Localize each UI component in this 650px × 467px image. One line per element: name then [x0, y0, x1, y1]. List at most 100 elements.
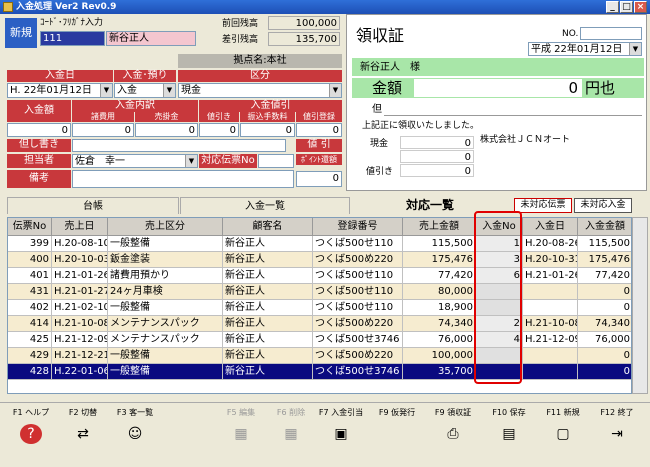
column-header[interactable]: 売上金額 [403, 218, 476, 236]
table-row[interactable]: 400 H.20-10-03 鈑金塗装 新谷正人 つくば500め220 175,476 3 H… [8, 252, 631, 268]
table-row[interactable]: 428 H.22-01-06 一般整備 新谷正人 つくば500せ3746 35,700 0 [8, 364, 631, 380]
prev-balance-value: 100,000 [268, 16, 340, 30]
company-name: 株式会社ＪＣＮオート [480, 135, 571, 145]
category-select[interactable]: 現金 ▼ [178, 83, 342, 98]
column-header[interactable]: 顧客名 [223, 218, 313, 236]
fkey-label: F1 ヘルプ [12, 408, 50, 417]
table-cell: H.22-01-06 [52, 364, 108, 380]
minimize-button[interactable]: _ [606, 1, 619, 13]
table-cell: 0 [578, 284, 631, 300]
fee-input[interactable]: 0 [240, 123, 295, 137]
highlight-box [474, 211, 522, 384]
table-cell: 一般整備 [108, 236, 223, 252]
column-header[interactable]: 売上日 [52, 218, 108, 236]
table-row[interactable]: 425 H.21-12-09 メンテナンスパック 新谷正人 つくば500せ3746 76,… [8, 332, 631, 348]
column-header[interactable]: 登録番号 [313, 218, 403, 236]
search-label: ｺｰﾄﾞ･ﾌﾘｶﾞﾅ入力 [40, 18, 104, 28]
fkey-button[interactable]: F9 領収証 ⎙ [428, 408, 478, 460]
fkey-button[interactable]: F6 削除 ▦ [266, 408, 316, 460]
table-row[interactable]: 431 H.21-01-27 24ヶ月車検 新谷正人 つくば500せ110 80,000 0 [8, 284, 631, 300]
addressee-text: 新谷正人 様 [360, 62, 420, 73]
staff-select[interactable]: 佐倉 幸一 ▼ [72, 154, 198, 168]
fkey-button[interactable]: F5 編集 ▦ [216, 408, 266, 460]
staff-value: 佐倉 幸一 [75, 156, 125, 167]
customer-code-input[interactable]: 111 [40, 31, 105, 46]
table-row[interactable]: 402 H.21-02-10 一般整備 新谷正人 つくば500せ110 18,900 0 [8, 300, 631, 316]
remarks-input[interactable] [72, 170, 294, 188]
receipt-date-select[interactable]: 平成 22年01月12日 ▼ [528, 42, 642, 56]
fkey-icon: ▤ [502, 426, 516, 442]
disc1-input[interactable]: 0 [199, 123, 239, 137]
point-label: ﾎﾟｲﾝﾄ還額 [296, 154, 342, 165]
fkey-label: F2 切替 [68, 408, 98, 417]
fkey-button[interactable]: F11 新規 ▢ [538, 408, 588, 460]
table-cell: 新谷正人 [223, 364, 313, 380]
slip-input[interactable] [258, 154, 294, 168]
date-select[interactable]: H. 22年01月12日 ▼ [7, 83, 113, 98]
fkey-button[interactable]: F10 保存 ▤ [484, 408, 534, 460]
table-row[interactable]: 401 H.21-01-26 諸費用預かり 新谷正人 つくば500せ110 77,420 6… [8, 268, 631, 284]
table-row[interactable]: 399 H.20-08-10 一般整備 新谷正人 つくば500せ110 115,500 1 H… [8, 236, 631, 252]
table-cell: 400 [8, 252, 52, 268]
sales-input[interactable]: 0 [135, 123, 198, 137]
receipt-no-input[interactable] [580, 27, 642, 40]
fkey-button[interactable]: F9 仮発行 [372, 408, 422, 460]
discount-button[interactable]: 値 引 [296, 139, 342, 152]
maximize-button[interactable]: □ [620, 1, 633, 13]
column-header[interactable]: 伝票No [8, 218, 52, 236]
table-cell: H.21-01-26 [52, 268, 108, 284]
slip-label: 対応伝票No [199, 154, 257, 168]
fkey-icon: ? [20, 424, 42, 444]
fkey-button[interactable]: F2 切替 ⇄ [58, 408, 108, 460]
point-input[interactable]: 0 [296, 171, 342, 187]
fkey-button[interactable]: F12 終了 ⇥ [592, 408, 642, 460]
category-value: 現金 [181, 85, 201, 96]
matched-table[interactable]: 伝票No 売上日 売上区分 顧客名 登録番号 売上金額 入金No 入金日 入金金額 399 H.2… [7, 217, 632, 394]
chevron-down-icon[interactable]: ▼ [185, 155, 197, 167]
column-header[interactable]: 売上区分 [108, 218, 223, 236]
column-header[interactable]: 入金日 [523, 218, 578, 236]
unmatched-payment-button[interactable]: 未対応入金 [574, 198, 632, 213]
table-cell: 74,340 [578, 316, 631, 332]
fkey-icon: ▦ [234, 426, 248, 442]
chevron-down-icon[interactable]: ▼ [163, 84, 175, 97]
amount-input[interactable]: 0 [7, 123, 71, 137]
remarks-label: 備考 [7, 170, 71, 188]
table-cell: 新谷正人 [223, 236, 313, 252]
fkey-button[interactable]: F1 ヘルプ? [6, 408, 56, 460]
table-cell: 鈑金塗装 [108, 252, 223, 268]
tadashi-line [384, 102, 642, 116]
table-cell: H.21-01-27 [52, 284, 108, 300]
fee-label: 振込手数料 [240, 111, 295, 122]
disc-reg-input[interactable]: 0 [296, 123, 342, 137]
chevron-down-icon[interactable]: ▼ [629, 43, 641, 55]
table-cell: 399 [8, 236, 52, 252]
table-cell [523, 348, 578, 364]
table-cell: H.20-10-31 [523, 252, 578, 268]
table-cell: H.20-10-03 [52, 252, 108, 268]
tab-ledger[interactable]: 台帳 [7, 197, 179, 214]
note-input[interactable] [72, 139, 286, 152]
fkey-button[interactable]: F7 入金引当 ▣ [316, 408, 366, 460]
table-cell: 402 [8, 300, 52, 316]
table-cell: 428 [8, 364, 52, 380]
fkey-button[interactable]: F3 客一覧 ☺ [110, 408, 160, 460]
table-row[interactable]: 414 H.21-10-08 メンテナンスパック 新谷正人 つくば500め220 74,3… [8, 316, 631, 332]
close-button[interactable]: × [634, 1, 647, 13]
tab-payment-list[interactable]: 入金一覧 [180, 197, 350, 214]
column-header[interactable]: 入金金額 [578, 218, 631, 236]
table-cell: 175,476 [403, 252, 476, 268]
fkey-icon: ⎙ [447, 426, 459, 442]
table-cell: 175,476 [578, 252, 631, 268]
receipt-amount-unit: 円也 [585, 79, 616, 97]
unmatched-slip-button[interactable]: 未対応伝票 [514, 198, 572, 213]
tadashi-label: 但 [372, 104, 382, 115]
grid-scrollbar[interactable] [632, 217, 648, 394]
table-row[interactable]: 429 H.21-12-21 一般整備 新谷正人 つくば500め220 100,000 0 [8, 348, 631, 364]
type-select[interactable]: 入金 ▼ [114, 83, 176, 98]
fkey-icon: ▦ [284, 426, 298, 442]
chevron-down-icon[interactable]: ▼ [329, 84, 341, 97]
chevron-down-icon[interactable]: ▼ [100, 84, 112, 97]
customer-name-field[interactable]: 新谷正人 [106, 31, 196, 46]
misc-input[interactable]: 0 [72, 123, 134, 137]
